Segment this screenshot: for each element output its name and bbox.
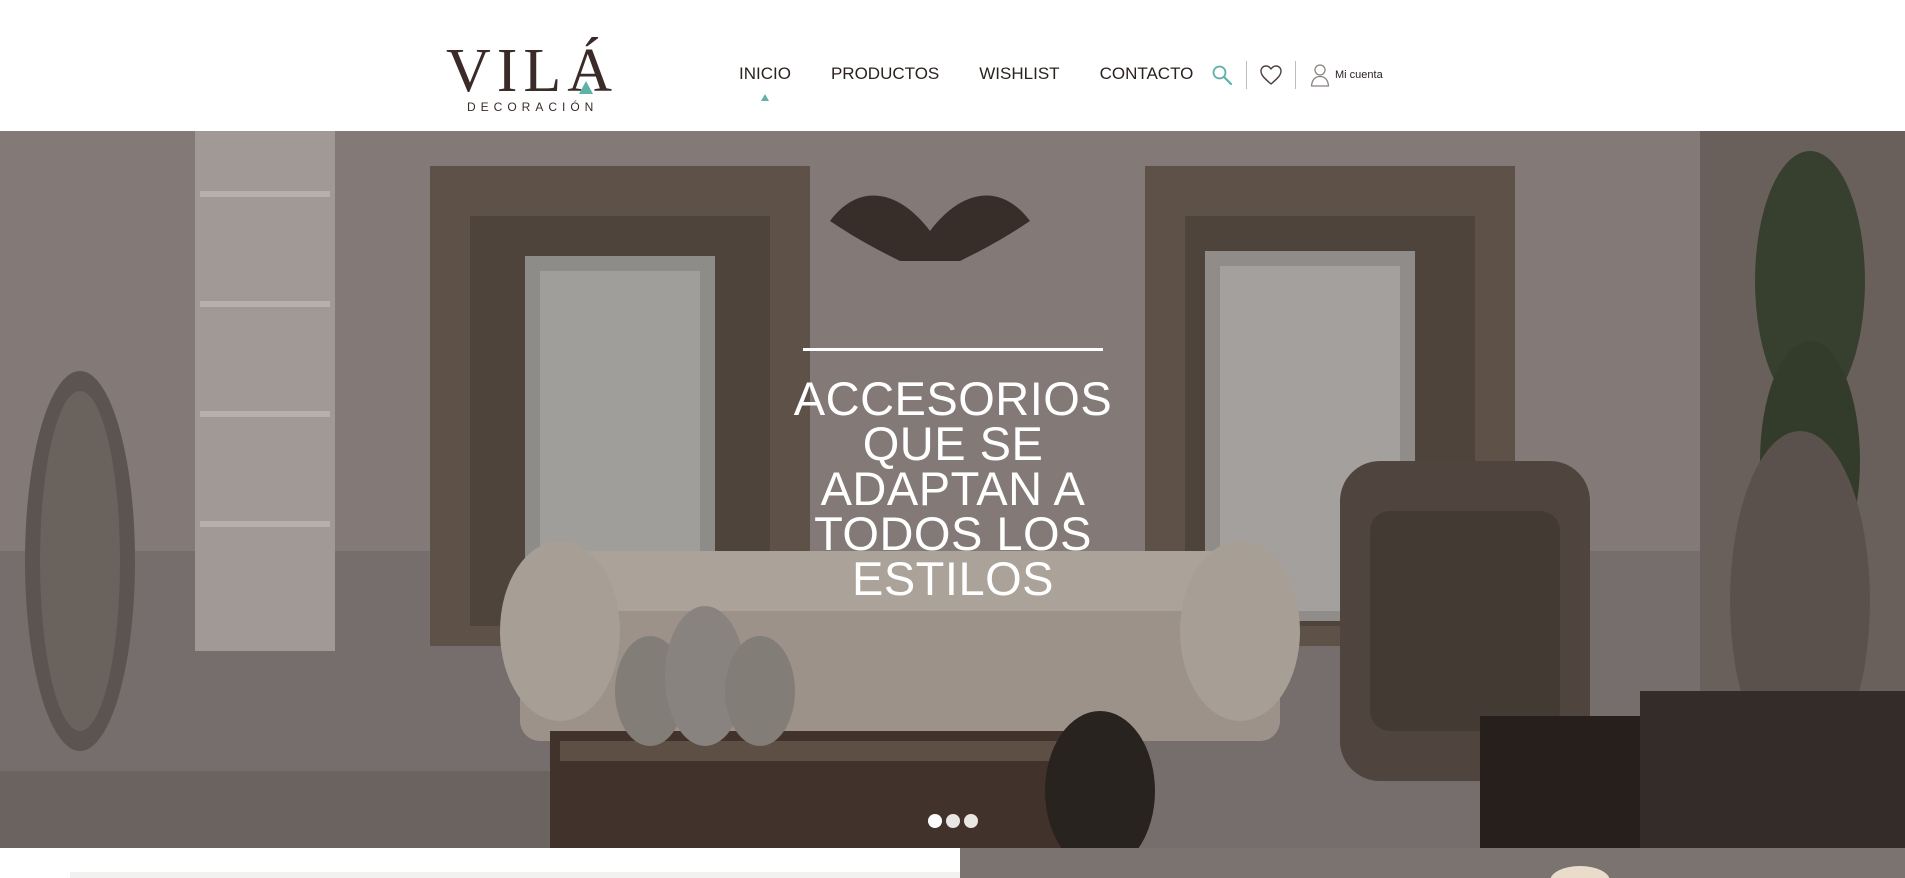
promo-panel-right xyxy=(960,848,1905,878)
divider xyxy=(1246,61,1247,89)
slider-dot-3[interactable] xyxy=(964,814,978,828)
brand-logo-triangle-icon xyxy=(579,81,593,94)
active-indicator-icon xyxy=(760,94,769,101)
site-header: VILÁ DECORACIÓN INICIO PRODUCTOS WISHLIS… xyxy=(0,0,1905,131)
hero-title: ACCESORIOS QUE SE ADAPTAN A TODOS LOS ES… xyxy=(793,372,1113,605)
nav-item-inicio[interactable]: INICIO xyxy=(739,64,791,101)
brand-logo[interactable]: VILÁ DECORACIÓN xyxy=(446,26,612,118)
divider xyxy=(1295,61,1296,89)
promo-image xyxy=(1550,866,1610,878)
nav-item-productos[interactable]: PRODUCTOS xyxy=(831,64,939,84)
search-icon[interactable] xyxy=(1210,63,1234,87)
nav-item-wishlist[interactable]: WISHLIST xyxy=(979,64,1059,84)
nav-item-label: PRODUCTOS xyxy=(830,64,940,83)
header-tools: Mi cuenta xyxy=(1210,60,1383,90)
slider-pagination xyxy=(928,814,982,828)
nav-item-label: INICIO xyxy=(739,64,791,83)
hero-slider[interactable]: ACCESORIOS QUE SE ADAPTAN A TODOS LOS ES… xyxy=(0,131,1905,848)
heart-icon[interactable] xyxy=(1259,63,1283,87)
slider-dot-2[interactable] xyxy=(946,814,960,828)
user-icon xyxy=(1308,63,1332,87)
nav-item-contacto[interactable]: CONTACTO xyxy=(1100,64,1194,84)
slider-dot-1[interactable] xyxy=(928,814,942,828)
main-nav: INICIO PRODUCTOS WISHLIST CONTACTO xyxy=(739,64,1233,101)
account-label: Mi cuenta xyxy=(1335,69,1383,81)
hero-title-rule xyxy=(803,348,1103,351)
nav-item-label: WISHLIST xyxy=(979,64,1060,83)
nav-item-label: CONTACTO xyxy=(1099,64,1194,83)
brand-logo-subtitle: DECORACIÓN xyxy=(467,100,599,114)
panel-shadow xyxy=(70,872,960,878)
promo-panel-left xyxy=(0,848,960,878)
account-link[interactable]: Mi cuenta xyxy=(1308,63,1383,87)
